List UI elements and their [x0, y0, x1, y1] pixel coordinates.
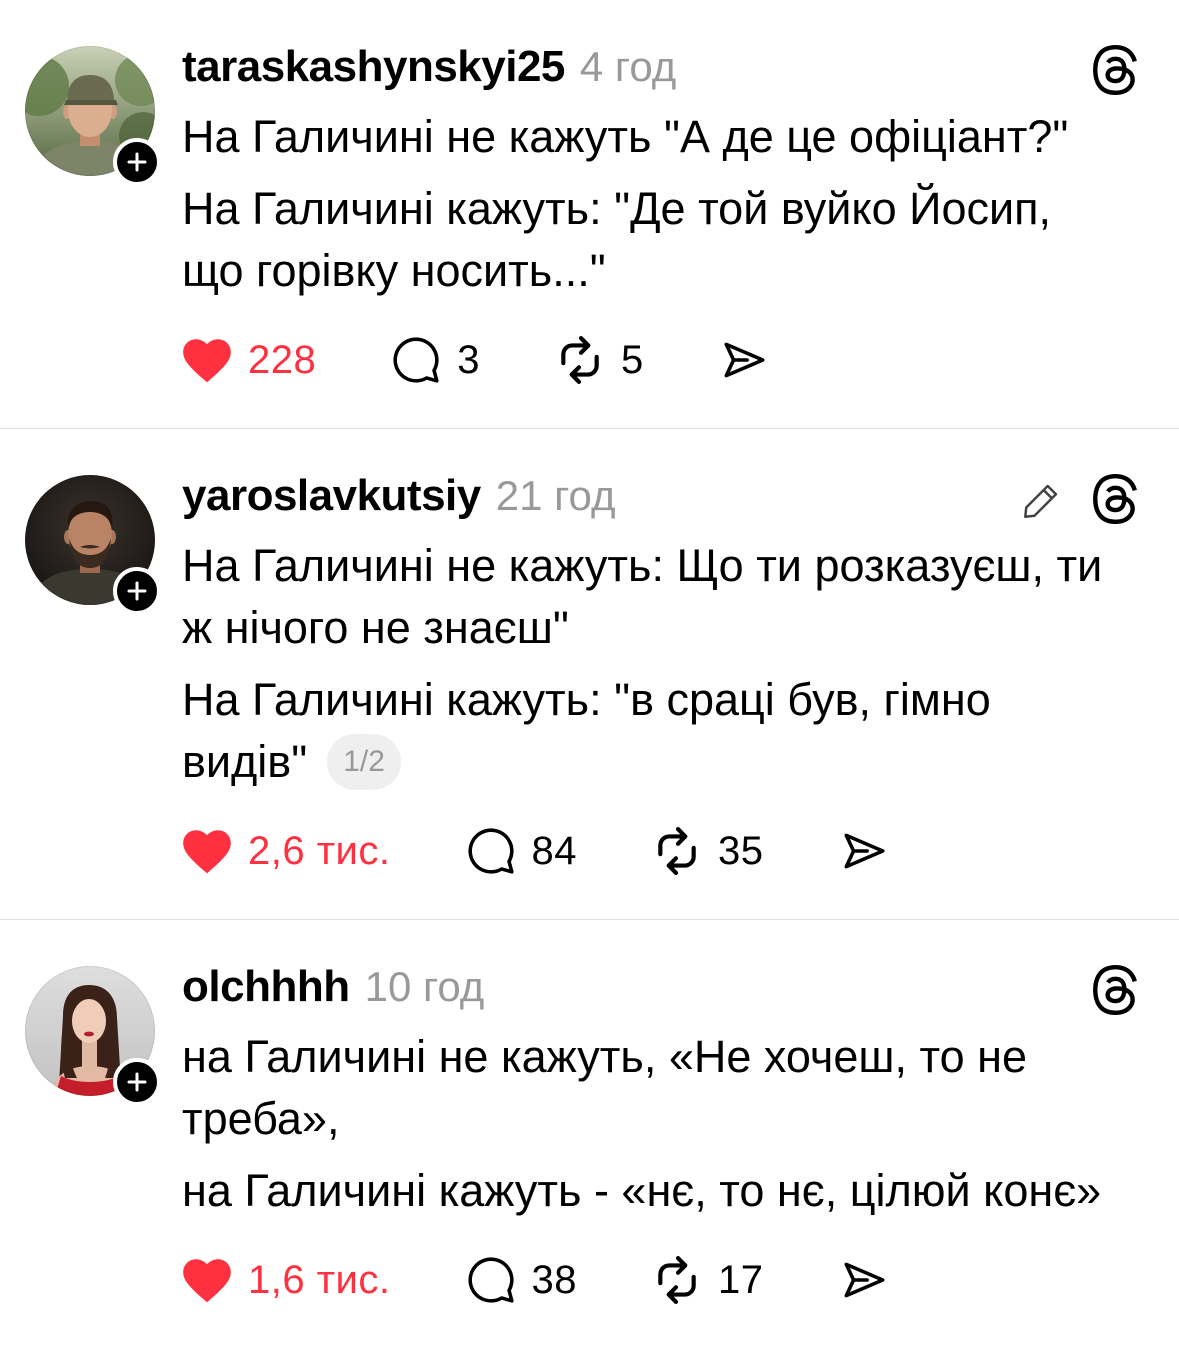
plus-icon [125, 150, 149, 174]
repost-button[interactable]: 17 [652, 1255, 764, 1305]
text-line: На Галичині не кажуть: Що ти розказуєш, … [182, 540, 1103, 591]
reply-count: 3 [457, 337, 480, 382]
text-line: що горівку носить..." [182, 245, 606, 296]
reply-count: 38 [531, 1257, 577, 1302]
paragraph: На Галичині кажуть: "Де той вуйко Йосип,… [182, 178, 1179, 302]
repost-count: 35 [718, 828, 764, 873]
action-bar: 228 3 5 [182, 335, 1179, 385]
paragraph: на Галичині не кажуть, «Не хочеш, то не … [182, 1026, 1179, 1150]
follow-button[interactable] [113, 1058, 161, 1106]
post[interactable]: taraskashynskyi25 4 год На Галичині не к… [0, 0, 1179, 428]
comment-icon [466, 826, 516, 876]
post-text: на Галичині не кажуть, «Не хочеш, то не … [182, 1026, 1179, 1222]
repost-count: 5 [621, 337, 644, 382]
post[interactable]: olchhhh 10 год на Галичині не кажуть, «Н… [0, 920, 1179, 1348]
post-time: 4 год [579, 43, 677, 90]
text-line: треба», [182, 1093, 340, 1144]
comment-icon [391, 335, 441, 385]
page-indicator: 1/2 [327, 734, 401, 791]
post-content: yaroslavkutsiy 21 год На Галичині не каж… [182, 472, 1179, 876]
post-text: На Галичині не кажуть "А де це офіціант?… [182, 106, 1179, 302]
paragraph: На Галичині не кажуть "А де це офіціант?… [182, 106, 1179, 168]
heart-icon [179, 823, 235, 879]
avatar[interactable] [25, 966, 161, 1106]
post-time: 10 год [364, 963, 485, 1010]
pencil-icon[interactable] [1018, 478, 1064, 524]
post-header: olchhhh 10 год [182, 963, 1179, 1011]
text-line: на Галичині кажуть - «нє, то нє, цілюй к… [182, 1165, 1102, 1216]
plus-icon [125, 579, 149, 603]
like-button[interactable]: 228 [182, 332, 316, 388]
send-icon [839, 1255, 889, 1305]
post-time: 21 год [495, 472, 616, 519]
share-button[interactable] [719, 335, 769, 385]
repost-button[interactable]: 5 [555, 335, 644, 385]
avatar[interactable] [25, 46, 161, 186]
text-line: на Галичині не кажуть, «Не хочеш, то не [182, 1031, 1028, 1082]
post[interactable]: yaroslavkutsiy 21 год На Галичині не каж… [0, 429, 1179, 919]
like-count: 228 [248, 337, 317, 382]
like-count: 1,6 тис. [248, 1257, 391, 1302]
paragraph: На Галичині кажуть: "в сраці був, гімно … [182, 669, 1179, 793]
post-text: На Галичині не кажуть: Що ти розказуєш, … [182, 535, 1179, 793]
username[interactable]: yaroslavkutsiy [182, 472, 481, 520]
repost-icon [555, 335, 605, 385]
text-line: ж нічого не знаєш" [182, 602, 569, 653]
threads-logo-icon[interactable] [1090, 965, 1140, 1015]
post-content: taraskashynskyi25 4 год На Галичині не к… [182, 43, 1179, 385]
text-line: На Галичині не кажуть "А де це офіціант?… [182, 111, 1069, 162]
text-line: На Галичині кажуть: "в сраці був, гімно [182, 674, 991, 725]
heart-icon [179, 1252, 235, 1308]
text-line: видів" [182, 736, 308, 787]
repost-count: 17 [718, 1257, 764, 1302]
post-content: olchhhh 10 год на Галичині не кажуть, «Н… [182, 963, 1179, 1305]
like-button[interactable]: 2,6 тис. [182, 823, 391, 879]
threads-logo-icon[interactable] [1090, 45, 1140, 95]
reply-button[interactable]: 84 [466, 826, 578, 876]
action-bar: 1,6 тис. 38 17 [182, 1255, 1179, 1305]
repost-icon [652, 1255, 702, 1305]
reply-button[interactable]: 38 [466, 1255, 578, 1305]
text-line: На Галичині кажуть: "Де той вуйко Йосип, [182, 183, 1051, 234]
repost-icon [652, 826, 702, 876]
threads-logo-icon[interactable] [1090, 474, 1140, 524]
heart-icon [179, 332, 235, 388]
paragraph: на Галичині кажуть - «нє, то нє, цілюй к… [182, 1160, 1179, 1222]
avatar[interactable] [25, 475, 161, 615]
send-icon [839, 826, 889, 876]
follow-button[interactable] [113, 567, 161, 615]
action-bar: 2,6 тис. 84 35 [182, 826, 1179, 876]
paragraph: На Галичині не кажуть: Що ти розказуєш, … [182, 535, 1179, 659]
send-icon [719, 335, 769, 385]
like-button[interactable]: 1,6 тис. [182, 1252, 391, 1308]
comment-icon [466, 1255, 516, 1305]
username[interactable]: olchhhh [182, 963, 350, 1011]
like-count: 2,6 тис. [248, 828, 391, 873]
username[interactable]: taraskashynskyi25 [182, 43, 565, 91]
reply-button[interactable]: 3 [391, 335, 480, 385]
post-header: taraskashynskyi25 4 год [182, 43, 1179, 91]
follow-button[interactable] [113, 138, 161, 186]
reply-count: 84 [531, 828, 577, 873]
repost-button[interactable]: 35 [652, 826, 764, 876]
share-button[interactable] [839, 826, 889, 876]
plus-icon [125, 1070, 149, 1094]
text-line-with-indicator: видів" 1/2 [182, 731, 1179, 793]
share-button[interactable] [839, 1255, 889, 1305]
